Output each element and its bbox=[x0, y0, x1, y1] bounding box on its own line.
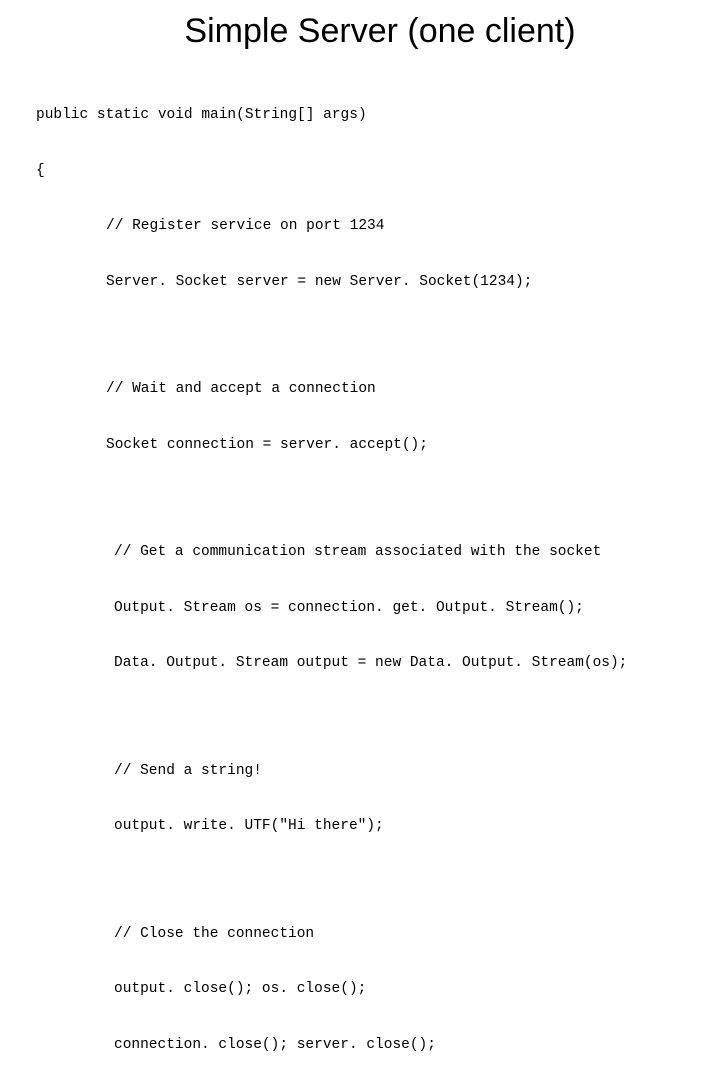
slide-title: Simple Server (one client) bbox=[36, 12, 684, 51]
code-line: connection. close(); server. close(); bbox=[36, 1036, 684, 1055]
code-line: { bbox=[36, 162, 684, 181]
code-line: public static void main(String[] args) bbox=[36, 106, 684, 125]
code-line: Server. Socket server = new Server. Sock… bbox=[36, 273, 684, 292]
code-line: // Close the connection bbox=[36, 925, 684, 944]
code-line: Socket connection = server. accept(); bbox=[36, 436, 684, 455]
code-line: // Register service on port 1234 bbox=[36, 217, 684, 236]
code-line: // Get a communication stream associated… bbox=[36, 543, 684, 562]
code-block: public static void main(String[] args) {… bbox=[36, 69, 684, 1080]
code-line: Data. Output. Stream output = new Data. … bbox=[36, 654, 684, 673]
slide: Simple Server (one client) public static… bbox=[0, 0, 720, 540]
code-line: // Send a string! bbox=[36, 762, 684, 781]
code-line: Output. Stream os = connection. get. Out… bbox=[36, 599, 684, 618]
code-line: output. write. UTF("Hi there"); bbox=[36, 817, 684, 836]
code-line: // Wait and accept a connection bbox=[36, 380, 684, 399]
code-line: output. close(); os. close(); bbox=[36, 980, 684, 999]
